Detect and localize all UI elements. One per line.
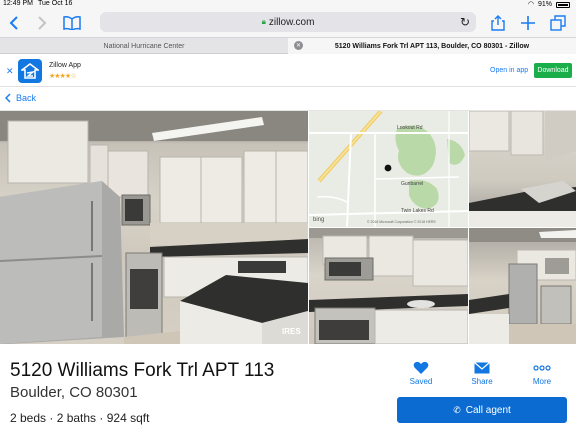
- wifi-icon: ◠: [527, 1, 534, 8]
- back-label: Back: [16, 93, 37, 103]
- new-tab-icon[interactable]: [518, 13, 538, 33]
- download-button[interactable]: Download: [534, 63, 572, 78]
- tab-zillow-listing[interactable]: ✕ 5120 Williams Fork Trl APT 113, Boulde…: [288, 38, 576, 54]
- saved-label: Saved: [409, 377, 433, 386]
- browser-toolbar: 🔒︎ zillow.com ↻: [0, 8, 576, 38]
- map-label-gunbarrel: Gunbarrel: [401, 181, 423, 187]
- listing-info: 5120 Williams Fork Trl APT 113 Boulder, …: [0, 344, 576, 432]
- more-button[interactable]: More: [522, 359, 562, 386]
- status-right: ◠ 91%: [528, 0, 570, 8]
- lock-icon: 🔒︎: [261, 17, 266, 26]
- close-banner-icon[interactable]: ✕: [6, 66, 14, 77]
- tab-label: 5120 Williams Fork Trl APT 113, Boulder,…: [334, 42, 530, 50]
- more-label: More: [532, 377, 552, 386]
- listing-address-line1: 5120 Williams Fork Trl APT 113: [10, 360, 275, 381]
- map-copyright: © 2018 Microsoft Corporation © 2018 HERE: [367, 220, 436, 224]
- share-label: Share: [471, 377, 493, 386]
- main-photo[interactable]: IRES: [0, 111, 308, 344]
- zillow-logo: [18, 59, 42, 83]
- call-agent-button[interactable]: ✆ Call agent: [397, 397, 567, 423]
- kitchen-photo-4[interactable]: [469, 228, 576, 344]
- app-rating: ★★★★☆: [49, 73, 76, 80]
- share-icon[interactable]: [488, 13, 508, 33]
- smart-app-banner: ✕ Zillow App ★★★★☆ Open in app Download: [0, 55, 576, 87]
- close-tab-icon[interactable]: ✕: [294, 41, 303, 50]
- heart-icon: [401, 359, 441, 377]
- open-in-app-link[interactable]: Open in app: [490, 67, 528, 74]
- page-nav-bar: Back: [0, 88, 576, 110]
- browser-forward-icon[interactable]: [32, 13, 52, 33]
- kitchen-photo-3[interactable]: [309, 228, 468, 344]
- listing-address-line2: Boulder, CO 80301: [10, 384, 138, 401]
- app-name: Zillow App: [49, 62, 81, 69]
- call-agent-label: Call agent: [465, 404, 511, 416]
- tab-label: National Hurricane Center: [103, 42, 185, 50]
- reload-icon[interactable]: ↻: [460, 15, 470, 29]
- browser-back-icon[interactable]: [4, 13, 24, 33]
- phone-icon: ✆: [453, 404, 461, 415]
- map-label-twin-lakes: Twin Lakes Rd: [401, 208, 434, 214]
- photo-gallery: IRES Lookout Rd Gunbarrel Twin Lakes Rd …: [0, 111, 576, 344]
- envelope-icon: [462, 359, 502, 377]
- bookmarks-icon[interactable]: [62, 13, 82, 33]
- bing-logo: bing: [313, 217, 324, 223]
- address-bar[interactable]: 🔒︎ zillow.com ↻: [100, 12, 476, 32]
- tab-strip: National Hurricane Center ✕ 5120 William…: [0, 38, 576, 54]
- status-day: Tue Oct 16: [38, 0, 73, 7]
- listing-facts: 2 beds · 2 baths · 924 sqft: [10, 411, 150, 425]
- kitchen-photo-2[interactable]: [469, 111, 576, 227]
- battery-percent: 91%: [537, 0, 552, 8]
- share-button[interactable]: Share: [462, 359, 502, 386]
- more-dots-icon: [522, 359, 562, 377]
- status-bar: 12:49 PM Tue Oct 16 ◠ 91%: [0, 0, 576, 8]
- chevron-left-icon: [5, 93, 11, 103]
- status-time: 12:49 PM: [3, 0, 33, 7]
- map-thumbnail[interactable]: Lookout Rd Gunbarrel Twin Lakes Rd bing …: [309, 111, 468, 227]
- url-text: zillow.com: [268, 16, 315, 28]
- ires-watermark: IRES: [282, 327, 301, 336]
- back-link[interactable]: Back: [5, 93, 36, 103]
- tab-hurricane-center[interactable]: National Hurricane Center: [0, 38, 288, 54]
- map-label-lookout: Lookout Rd: [397, 125, 423, 131]
- saved-button[interactable]: Saved: [401, 359, 441, 386]
- tabs-overview-icon[interactable]: [548, 13, 568, 33]
